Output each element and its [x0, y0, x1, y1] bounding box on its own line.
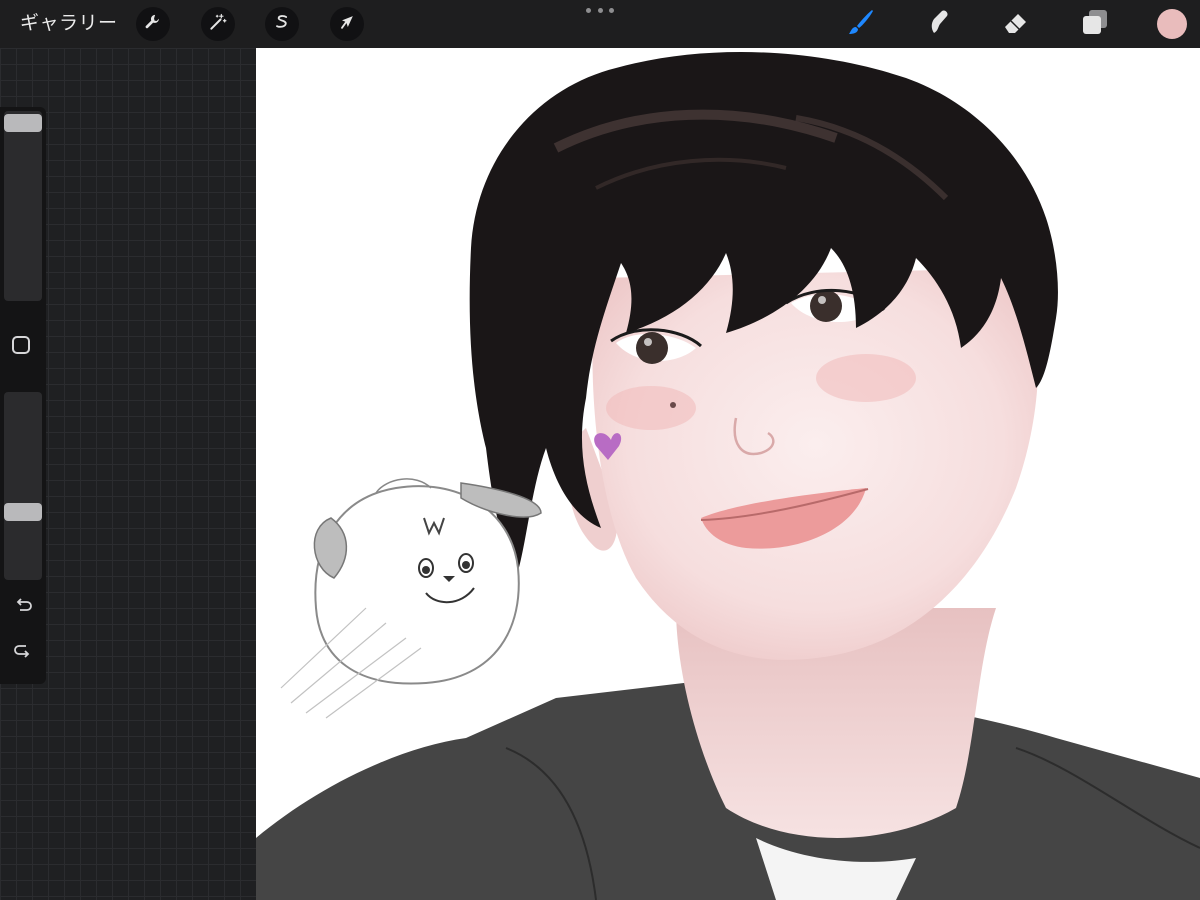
transform-button[interactable] — [330, 7, 364, 41]
brush-tool-button[interactable] — [843, 6, 879, 42]
mascot-sketch — [280, 478, 542, 719]
magic-wand-icon — [208, 12, 228, 37]
mole — [670, 402, 676, 408]
opacity-handle[interactable] — [4, 503, 42, 521]
adjustments-button[interactable] — [201, 7, 235, 41]
redo-icon — [12, 641, 34, 668]
smudge-tool-button[interactable] — [920, 6, 956, 42]
layers-button[interactable] — [1077, 6, 1113, 42]
undo-icon — [12, 595, 34, 622]
actions-button[interactable] — [136, 7, 170, 41]
top-toolbar: ギャラリー — [0, 0, 1200, 48]
portrait-artwork — [256, 51, 1200, 900]
eraser-icon — [1001, 7, 1031, 42]
brush-size-slider[interactable] — [4, 111, 42, 301]
smudge-icon — [923, 7, 953, 42]
opacity-slider[interactable] — [4, 392, 42, 580]
arrow-cursor-icon — [337, 12, 357, 37]
brush-icon — [846, 7, 876, 42]
eraser-tool-button[interactable] — [998, 6, 1034, 42]
gallery-button[interactable]: ギャラリー — [20, 0, 118, 48]
sidebar — [0, 107, 46, 684]
color-swatch[interactable] — [1157, 9, 1187, 39]
wrench-icon — [143, 12, 163, 37]
brush-size-handle[interactable] — [4, 114, 42, 132]
layers-icon — [1080, 7, 1110, 42]
undo-button[interactable] — [10, 595, 36, 621]
selection-s-icon — [272, 12, 292, 37]
redo-button[interactable] — [10, 641, 36, 667]
square-modify-icon[interactable] — [12, 336, 30, 354]
selection-button[interactable] — [265, 7, 299, 41]
drawing-canvas[interactable] — [256, 48, 1200, 900]
more-dots-icon[interactable] — [586, 3, 614, 17]
